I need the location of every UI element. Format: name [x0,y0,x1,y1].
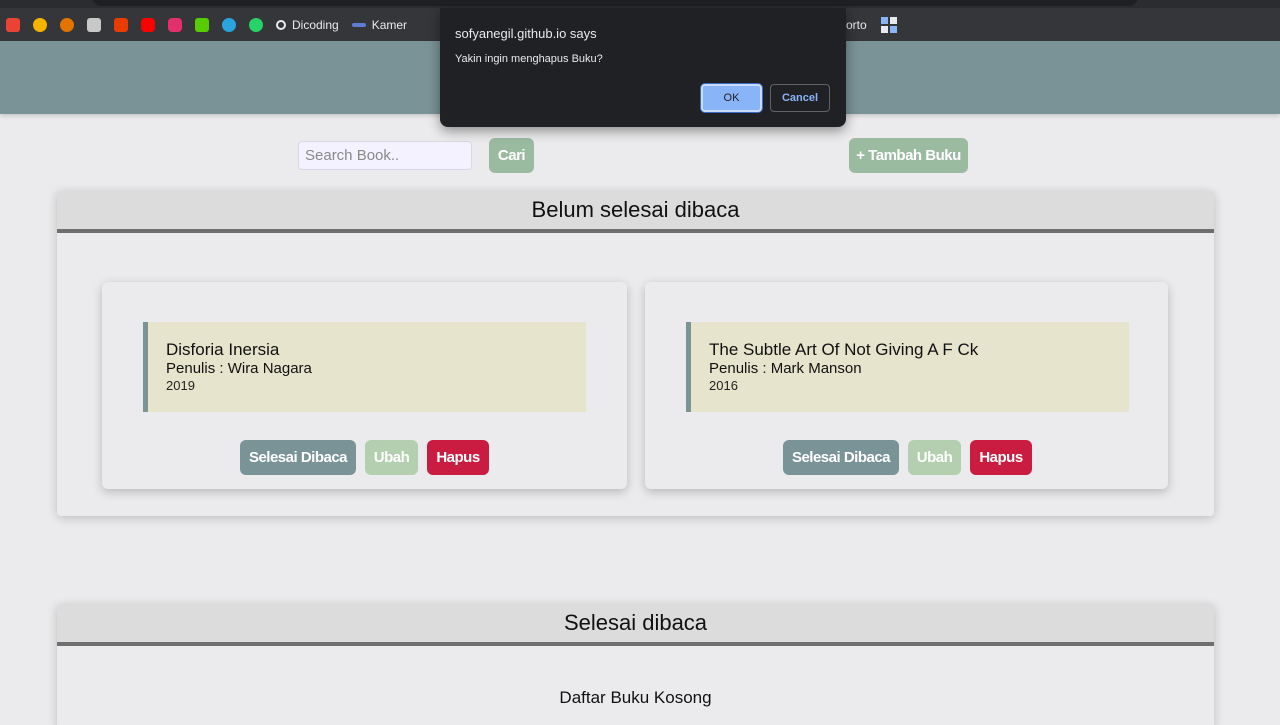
dicoding-icon [276,19,286,30]
book-title: Disforia Inersia [166,340,280,359]
bookmark-youtube[interactable] [141,17,155,32]
delete-button[interactable]: Hapus [970,440,1032,475]
bookmark-instagram[interactable] [168,17,182,32]
telegram-icon [222,17,236,32]
gmail-icon [6,17,20,32]
confirm-dialog: sofyanegil.github.io says Yakin ingin me… [440,8,846,127]
bookmark-label: Kamer [371,17,408,32]
book-year: 2019 [166,378,195,393]
cancel-button[interactable]: Cancel [770,84,830,112]
book-author: Penulis : Mark Manson [709,360,862,377]
bookmark-gmail[interactable] [6,17,20,32]
book-title: The Subtle Art Of Not Giving A F Ck [709,340,979,359]
kamer-icon [351,22,366,27]
search-input[interactable] [298,141,472,170]
mark-read-button[interactable]: Selesai Dibaca [783,440,899,475]
bookmark-whatsapp[interactable] [249,17,263,32]
bookmark-telegram[interactable] [222,17,236,32]
ok-button[interactable]: OK [701,84,762,112]
apps-grid-icon[interactable] [880,16,897,33]
bookmark-calculator[interactable] [87,17,101,32]
youtube-icon [141,17,155,32]
book-actions: Selesai Dibaca Ubah Hapus [102,440,627,475]
address-bar[interactable] [92,0,1138,6]
book-year: 2016 [709,378,738,393]
dialog-origin: sofyanegil.github.io says [455,26,597,41]
duolingo-icon [195,17,209,32]
read-books-section: Selesai dibaca Daftar Buku Kosong [57,604,1214,725]
book-card: The Subtle Art Of Not Giving A F Ck Penu… [645,282,1168,489]
mark-read-button[interactable]: Selesai Dibaca [240,440,356,475]
delete-button[interactable]: Hapus [427,440,489,475]
book-actions: Selesai Dibaca Ubah Hapus [645,440,1168,475]
bookmark-shield[interactable] [60,17,74,32]
add-book-button[interactable]: + Tambah Buku [849,138,968,173]
bookmark-university[interactable] [33,17,47,32]
bookmark-dicoding[interactable]: Dicoding [276,18,339,32]
bookmark-office[interactable] [114,17,128,32]
bookmark-label: Dicoding [292,17,339,32]
shield-icon [60,17,74,32]
empty-list-message: Daftar Buku Kosong [559,688,712,707]
book-author: Penulis : Wira Nagara [166,360,312,377]
dialog-message: Yakin ingin menghapus Buku? [455,53,603,65]
book-card: Disforia Inersia Penulis : Wira Nagara 2… [102,282,627,489]
unread-books-section: Belum selesai dibaca Disforia Inersia Pe… [57,191,1214,516]
edit-button[interactable]: Ubah [908,440,961,475]
office-icon [114,17,128,32]
search-button[interactable]: Cari [489,138,534,173]
section-title: Selesai dibaca [57,604,1214,646]
university-icon [33,17,47,32]
whatsapp-icon [249,17,263,32]
bookmark-duolingo[interactable] [195,17,209,32]
calculator-icon [87,17,101,32]
edit-button[interactable]: Ubah [365,440,418,475]
book-info: Disforia Inersia Penulis : Wira Nagara 2… [143,322,586,412]
bookmark-label: orto [846,17,867,32]
bookmark-kamer[interactable]: Kamer [351,17,408,32]
bookmark-portfolio[interactable]: orto [846,8,897,41]
instagram-icon [168,17,182,32]
section-title: Belum selesai dibaca [57,191,1214,233]
book-info: The Subtle Art Of Not Giving A F Ck Penu… [686,322,1129,412]
browser-tab-strip [0,0,1280,8]
